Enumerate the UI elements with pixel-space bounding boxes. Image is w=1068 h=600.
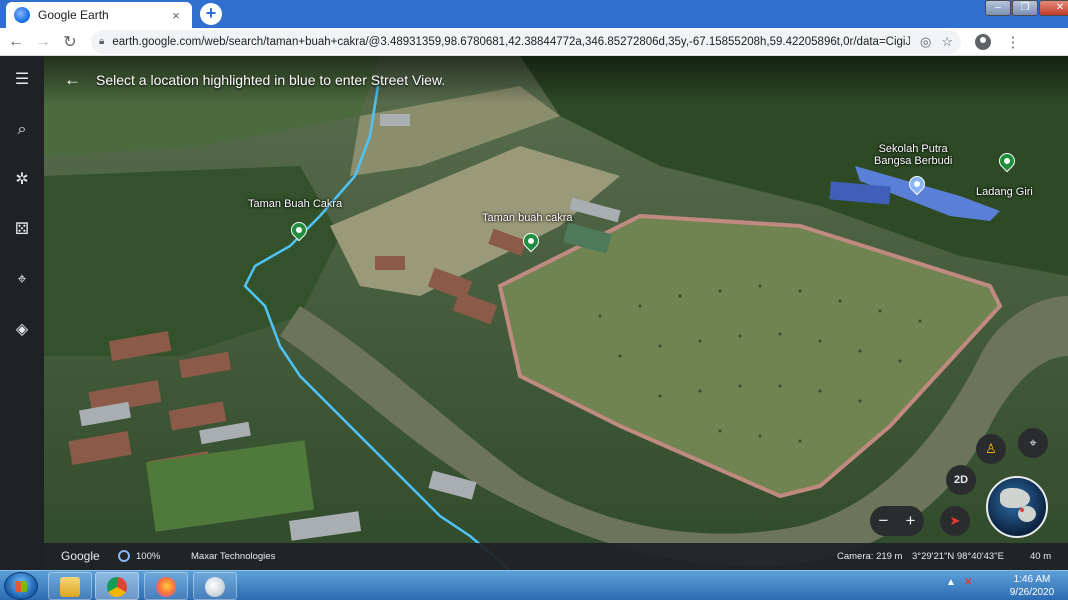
- loading-ring-icon: [118, 550, 130, 562]
- browser-title-bar: Google Earth × + ‒ ❐ ✕: [0, 0, 1068, 28]
- folder-icon: [60, 577, 80, 597]
- location-marker-icon: [1020, 508, 1024, 512]
- lock-icon: 🔒︎: [99, 36, 105, 47]
- pegman-street-view-icon[interactable]: ♙: [976, 434, 1006, 464]
- maximize-button[interactable]: ❐: [1012, 0, 1038, 16]
- clock-date: 9/26/2020: [1009, 587, 1055, 598]
- menu-icon[interactable]: ☰: [12, 70, 32, 90]
- projects-pin-icon[interactable]: ⌖: [12, 270, 32, 290]
- zoom-controls: − +: [870, 506, 924, 536]
- new-tab-button[interactable]: +: [200, 3, 222, 25]
- camera-altitude: Camera: 219 m: [837, 551, 903, 562]
- imagery-attribution[interactable]: Maxar Technologies: [191, 551, 275, 562]
- tab-title: Google Earth: [38, 8, 109, 22]
- start-button[interactable]: [4, 572, 38, 600]
- browser-menu-icon[interactable]: ⋮: [1005, 33, 1021, 51]
- zoom-out-button[interactable]: −: [879, 511, 889, 531]
- firefox-icon: [156, 577, 176, 597]
- back-arrow-icon[interactable]: ←: [5, 33, 27, 51]
- voyager-icon[interactable]: ✲: [12, 170, 32, 190]
- chrome-icon: [107, 577, 127, 597]
- profile-avatar-icon[interactable]: [975, 33, 991, 50]
- address-bar[interactable]: 🔒︎ earth.google.com/web/search/taman+bua…: [91, 29, 961, 54]
- location-target-icon[interactable]: ◎: [920, 34, 931, 50]
- show-hidden-icons-icon[interactable]: ▲: [946, 577, 956, 588]
- taskbar-file-explorer[interactable]: [48, 572, 92, 600]
- forward-arrow-icon[interactable]: →: [32, 33, 54, 51]
- my-location-icon[interactable]: ⌖: [1018, 428, 1048, 458]
- back-arrow-icon[interactable]: ←: [64, 70, 81, 90]
- feeling-lucky-dice-icon[interactable]: ⚄: [12, 220, 32, 240]
- close-window-button[interactable]: ✕: [1039, 0, 1068, 16]
- windows-taskbar: ▲ ✕ 1:46 AM 9/26/2020: [0, 570, 1068, 600]
- taskbar-chrome[interactable]: [95, 572, 139, 600]
- zoom-in-button[interactable]: +: [906, 511, 916, 531]
- globe-minimap[interactable]: [986, 476, 1048, 538]
- tab-close-icon[interactable]: ×: [168, 8, 184, 23]
- clock-time: 1:46 AM: [1013, 574, 1051, 585]
- window-controls: ‒ ❐ ✕: [984, 0, 1068, 18]
- view-2d-button[interactable]: 2D: [946, 465, 976, 495]
- taskbar-paint[interactable]: [193, 572, 237, 600]
- url-text[interactable]: earth.google.com/web/search/taman+buah+c…: [112, 36, 910, 48]
- street-view-instruction: Select a location highlighted in blue to…: [96, 72, 446, 88]
- place-label-taman-buah-cakra[interactable]: Taman Buah Cakra: [248, 198, 342, 210]
- scale-readout: 40 m: [1030, 551, 1052, 562]
- bookmark-star-icon[interactable]: ☆: [941, 34, 953, 50]
- satellite-imagery[interactable]: [0, 56, 1068, 570]
- google-earth-favicon-icon: [14, 7, 30, 23]
- earth-sidebar: ☰ ⌕ ✲ ⚄ ⌖ ◈: [0, 56, 44, 570]
- search-icon[interactable]: ⌕: [12, 120, 32, 140]
- place-label-sekolah[interactable]: Sekolah Putra Bangsa Berbudi: [874, 143, 952, 167]
- earth-status-bar: Google 100% Maxar Technologies Camera: 2…: [44, 543, 1068, 570]
- network-warning-icon[interactable]: ✕: [964, 577, 972, 588]
- minimize-button[interactable]: ‒: [985, 0, 1011, 16]
- coordinates-readout: 3°29'21"N 98°40'43"E: [912, 551, 1004, 562]
- place-label-ladang-giri[interactable]: Ladang Giri: [976, 186, 1033, 198]
- place-label-taman-buah-cakra-2[interactable]: Taman buah cakra: [482, 212, 573, 224]
- browser-toolbar: ← → ↻ 🔒︎ earth.google.com/web/search/tam…: [0, 28, 1068, 56]
- paint-palette-icon: [205, 577, 225, 597]
- taskbar-firefox[interactable]: [144, 572, 188, 600]
- reload-icon[interactable]: ↻: [59, 32, 81, 52]
- load-percent: 100%: [136, 551, 161, 562]
- google-logo: Google: [61, 549, 100, 563]
- earth-viewport[interactable]: ☰ ⌕ ✲ ⚄ ⌖ ◈ ← Select a location highligh…: [0, 56, 1068, 570]
- compass-icon[interactable]: ➤: [940, 506, 970, 536]
- system-clock[interactable]: 1:46 AM 9/26/2020: [1004, 573, 1060, 599]
- map-style-layers-icon[interactable]: ◈: [12, 320, 32, 340]
- tab-google-earth[interactable]: Google Earth ×: [6, 2, 192, 28]
